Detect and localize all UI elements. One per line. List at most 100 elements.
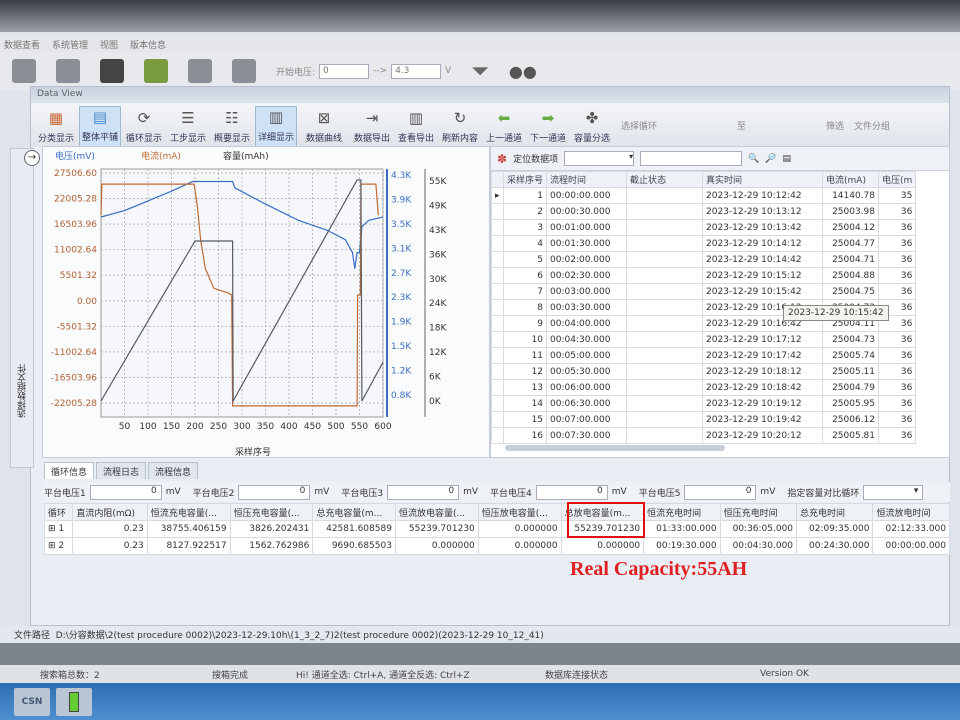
table-row[interactable]: 6 00:02:30.000 2023-12-29 10:15:12 25004.88… [491,267,917,284]
platform-voltage-spinner[interactable]: 0 [535,484,608,500]
column-header[interactable]: 截止状态 [626,171,704,188]
table-row[interactable]: 2 00:00:30.000 2023-12-29 10:13:12 25003.98… [491,203,917,220]
cycle-view-button[interactable]: ⟳ 循环显示 [123,108,165,147]
tab-process-log[interactable]: 流程日志 [96,462,147,479]
row-selector[interactable] [491,411,504,428]
capacity-sort-button[interactable]: ✤ 容量分选 [571,108,613,147]
search-next-icon[interactable]: 🔎 [765,154,776,164]
row-selector[interactable] [491,363,504,380]
column-header[interactable]: 恒压放电容量(... [477,503,562,521]
table-row[interactable]: 13 00:06:00.000 2023-12-29 10:18:42 25004.7… [491,379,917,396]
column-header[interactable]: 恒压充电时间 [719,503,798,521]
row-selector[interactable] [491,219,504,236]
calculator-icon[interactable] [12,59,36,83]
cycle-from-select[interactable] [667,119,727,132]
table-row[interactable]: 14 00:06:30.000 2023-12-29 10:19:12 25005.9… [491,395,917,412]
menu-item[interactable]: 版本信息 [130,38,166,51]
row-selector[interactable] [491,299,504,316]
row-selector[interactable]: ▸ [491,187,504,204]
menu-item[interactable]: 视图 [100,38,118,51]
menu-item[interactable]: 数据查看 [4,38,40,51]
filter-icon[interactable]: ⏷ [471,59,489,84]
menu-item[interactable]: 系统管理 [52,38,88,51]
step-view-button[interactable]: ☰ 工步显示 [167,108,209,147]
expand-icon[interactable]: ⊞ [48,541,56,551]
platform-voltage-spinner[interactable]: 0 [684,484,757,500]
monitor-icon[interactable] [188,59,212,83]
table-row[interactable]: ▸ 1 00:00:00.000 2023-12-29 10:12:42 14140.7… [491,187,917,204]
select-data-file-tab[interactable]: 选择数据文件 [10,148,34,468]
summary-view-button[interactable]: ☷ 概要显示 [211,108,253,147]
row-selector[interactable] [491,203,504,220]
table-row[interactable]: 4 00:01:30.000 2023-12-29 10:14:12 25004.77… [491,235,917,252]
detail-view-button[interactable]: ▥ 详细显示 [255,106,297,147]
column-header[interactable]: 总充电时间 [796,503,874,521]
column-header[interactable]: 电流(mA) [822,171,880,188]
cycle-row[interactable]: ⊞ 1 0.23 38755.406159 3826.202431 42581.6085… [43,520,950,538]
table-row[interactable]: 3 00:01:00.000 2023-12-29 10:13:42 25004.12… [491,219,917,236]
table-row[interactable]: 15 00:07:00.000 2023-12-29 10:19:42 25006.1… [491,411,917,428]
platform-voltage-spinner[interactable]: 0 [89,484,162,500]
end-voltage-input[interactable]: 4.3 [391,63,442,79]
battery-icon[interactable] [144,59,168,83]
platform-voltage-spinner[interactable]: 0 [238,484,311,500]
compare-cycle-select[interactable]: ▾ [863,484,924,500]
category-view-button[interactable]: ▦ 分类显示 [35,108,77,147]
filter-label[interactable]: 筛选 [826,119,844,132]
platform-voltage-spinner[interactable]: 0 [387,484,460,500]
view-export-button[interactable]: ▥ 查看导出 [395,108,437,147]
column-header[interactable]: 恒流放电时间 [872,503,950,521]
tab-process-info[interactable]: 流程信息 [148,462,199,479]
next-channel-button[interactable]: ➡ 下一通道 [527,108,569,147]
battery-app-button[interactable] [56,687,92,716]
table-row[interactable]: 10 00:04:30.000 2023-12-29 10:17:12 25004.7… [491,331,917,348]
refresh-button[interactable]: ↻ 刷新内容 [439,108,481,147]
column-header[interactable]: 直流内阻(mΩ) [72,503,148,521]
expand-icon[interactable]: ⊞ [48,524,56,534]
table-row[interactable]: 5 00:02:00.000 2023-12-29 10:14:42 25004.71… [491,251,917,268]
column-header[interactable]: 流程时间 [546,171,628,188]
start-voltage-input[interactable]: 0 [319,63,370,79]
horizontal-scrollbar[interactable] [505,445,725,451]
column-header[interactable]: 电压(m [878,171,917,188]
row-selector[interactable] [491,315,504,332]
column-header[interactable]: 恒流充电容量(... [146,503,231,521]
row-selector[interactable] [491,235,504,252]
clipboard-icon[interactable] [232,59,256,83]
data-export-button[interactable]: ⇥ 数据导出 [351,108,393,147]
row-selector[interactable] [491,267,504,284]
table-row[interactable]: 7 00:03:00.000 2023-12-29 10:15:42 25004.75… [491,283,917,300]
arrow-right-circle-icon[interactable]: → [24,150,40,166]
column-header[interactable]: 总充电容量(m... [312,503,396,521]
column-header[interactable]: 真实时间 [702,171,824,188]
column-header[interactable]: 采样序号 [502,171,548,188]
row-selector[interactable] [491,283,504,300]
tab-cycle-info[interactable]: 循环信息 [44,462,95,479]
column-chooser-icon[interactable]: ▤ [783,154,792,164]
tile-view-button[interactable]: ▤ 整体平铺 [79,106,121,147]
table-cell[interactable]: ⊞ 2 [43,537,74,555]
data-curve-button[interactable]: ⊠ 数据曲线 [299,108,349,147]
locate-field-select[interactable]: ▾ [564,151,635,166]
row-selector[interactable] [491,251,504,268]
device-icon[interactable] [56,59,80,83]
table-row[interactable]: 11 00:05:00.000 2023-12-29 10:17:42 25005.7… [491,347,917,364]
row-selector[interactable] [491,427,504,444]
csn-app-button[interactable]: CSN [14,687,50,716]
table-row[interactable]: 12 00:05:30.000 2023-12-29 10:18:12 25005.1… [491,363,917,380]
column-header[interactable]: 恒流充电时间 [643,503,721,521]
column-header[interactable]: 循环 [43,503,74,521]
row-selector[interactable] [491,331,504,348]
search-icon[interactable]: 🔍 [748,154,759,164]
column-header[interactable]: 恒压充电容量(... [229,503,314,521]
row-selector[interactable] [491,347,504,364]
locate-value-input[interactable] [640,151,743,166]
table-row[interactable]: 16 00:07:30.000 2023-12-29 10:20:12 25005.8… [491,427,917,444]
cycle-to-select[interactable] [756,119,816,132]
panel-icon[interactable] [100,59,124,83]
column-header[interactable]: 恒流放电容量(... [394,503,479,521]
row-selector[interactable] [491,379,504,396]
cycle-row[interactable]: ⊞ 2 0.23 8127.922517 1562.762986 9690.685503… [43,537,950,555]
table-cell[interactable]: ⊞ 1 [43,520,74,538]
file-group-label[interactable]: 文件分组 [854,119,890,132]
